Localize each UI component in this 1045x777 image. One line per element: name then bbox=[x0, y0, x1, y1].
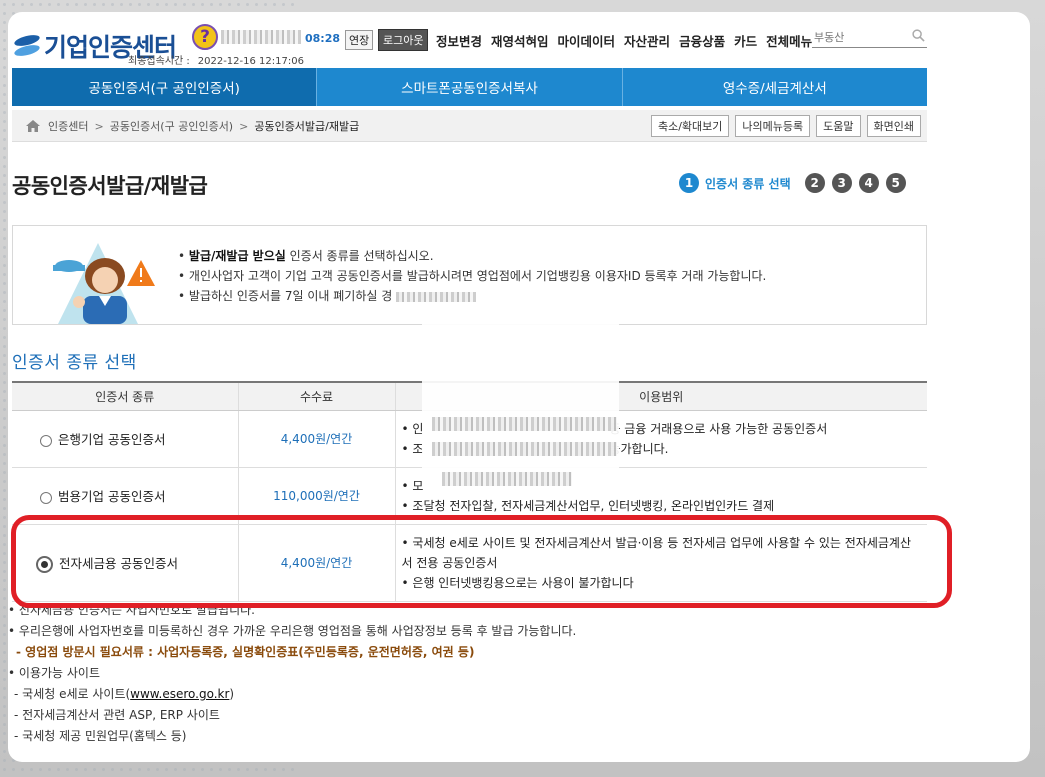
note-item: 우리은행에 사업자번호를 미등록하신 경우 가까운 우리은행 영업점을 통해 사… bbox=[8, 621, 576, 642]
extend-session-button[interactable]: 연장 bbox=[345, 30, 374, 50]
print-button[interactable]: 화면인쇄 bbox=[866, 115, 921, 137]
breadcrumb-item[interactable]: 공동인증서(구 공인인증서) bbox=[110, 118, 233, 134]
menu-asset[interactable]: 자산관리 bbox=[624, 31, 670, 50]
nav-tab-receipt[interactable]: 영수증/세금계산서 bbox=[623, 68, 927, 106]
home-icon[interactable] bbox=[26, 120, 40, 132]
site-item: 전자세금계산서 관련 ASP, ERP 사이트 bbox=[8, 705, 576, 726]
notice-item: 개인사업자 고객이 기업 고객 공동인증서를 발급하시려면 영업점에서 기업뱅킹… bbox=[178, 266, 766, 286]
cert-type-cell[interactable]: 은행기업 공동인증서 bbox=[12, 410, 239, 468]
top-menu: 정보변경 재영석혀임 마이데이터 자산관리 금융상품 카드 전체메뉴 bbox=[436, 31, 812, 50]
step-3: 3 bbox=[831, 173, 852, 193]
utility-buttons: 축소/확대보기 나의메뉴등록 도움말 화면인쇄 bbox=[650, 115, 921, 137]
sites-title: 이용가능 사이트 bbox=[8, 663, 576, 684]
esero-link[interactable]: www.esero.go.kr bbox=[130, 687, 229, 701]
site-item: 국세청 e세로 사이트(www.esero.go.kr) bbox=[8, 684, 576, 705]
cert-type-label: 범용기업 공동인증서 bbox=[58, 489, 166, 504]
logout-button[interactable]: 로그아웃 bbox=[378, 29, 429, 51]
radio-bank-corporate[interactable] bbox=[40, 434, 52, 447]
main-card: 기업인증센터 ? 08:28 연장 로그아웃 최종접속시간 :2022-12-1… bbox=[8, 12, 1030, 762]
breadcrumb-separator: > bbox=[239, 119, 249, 133]
notice-list: 발급/재발급 받으실 인증서 종류를 선택하십시오. 개인사업자 고객이 기업 … bbox=[178, 246, 766, 306]
main-nav: 공동인증서(구 공인인증서) 스마트폰공동인증서복사 영수증/세금계산서 bbox=[12, 68, 927, 106]
step-current: 1 bbox=[679, 173, 699, 193]
help-icon[interactable]: ? bbox=[192, 24, 218, 50]
staff-illustration bbox=[53, 243, 155, 324]
redaction-overlay bbox=[422, 317, 619, 486]
notice-box: 발급/재발급 받으실 인증서 종류를 선택하십시오. 개인사업자 고객이 기업 … bbox=[12, 225, 927, 325]
step-5: 5 bbox=[885, 173, 906, 193]
step-indicator: 1 인증서 종류 선택 2 3 4 5 bbox=[679, 173, 913, 193]
cert-type-label: 은행기업 공동인증서 bbox=[58, 432, 166, 447]
step-2: 2 bbox=[804, 173, 825, 193]
site-item: 국세청 제공 민원업무(홈텍스 등) bbox=[8, 726, 576, 747]
menu-all[interactable]: 전체메뉴 bbox=[766, 31, 812, 50]
col-header-type: 인증서 종류 bbox=[12, 381, 239, 411]
help-button[interactable]: 도움말 bbox=[816, 115, 861, 137]
last-login-label: 최종접속시간 : bbox=[128, 56, 190, 67]
zoom-button[interactable]: 축소/확대보기 bbox=[650, 115, 730, 137]
search-icon[interactable] bbox=[912, 29, 925, 42]
step-current-label: 인증서 종류 선택 bbox=[705, 176, 791, 191]
last-login-time: 2022-12-16 12:17:06 bbox=[197, 56, 304, 67]
page-title: 공동인증서발급/재발급 bbox=[12, 174, 208, 198]
radio-general-corporate[interactable] bbox=[40, 491, 52, 504]
nav-tab-certificate[interactable]: 공동인증서(구 공인인증서) bbox=[12, 68, 318, 106]
required-docs-note: - 영업점 방문시 필요서류 : 사업자등록증, 실명확인증표(주민등록증, 운… bbox=[16, 645, 475, 659]
logo-mark-icon bbox=[13, 32, 42, 59]
breadcrumb: 인증센터 > 공동인증서(구 공인인증서) > 공동인증서발급/재발급 bbox=[26, 118, 359, 134]
notes-section: 전자세금용 인증서는 사업자번호로 발급됩니다. 우리은행에 사업자번호를 미등… bbox=[8, 600, 576, 747]
my-menu-button[interactable]: 나의메뉴등록 bbox=[735, 115, 811, 137]
breadcrumb-item[interactable]: 인증센터 bbox=[48, 118, 88, 134]
breadcrumb-bar: 인증센터 > 공동인증서(구 공인인증서) > 공동인증서발급/재발급 축소/확… bbox=[12, 110, 927, 142]
section-title: 인증서 종류 선택 bbox=[12, 353, 137, 373]
fee-cell: 4,400원/연간 bbox=[238, 410, 396, 468]
breadcrumb-current: 공동인증서발급/재발급 bbox=[254, 120, 360, 133]
notice-item: 발급/재발급 받으실 인증서 종류를 선택하십시오. bbox=[178, 246, 766, 266]
session-timer: 08:28 bbox=[305, 32, 341, 45]
search-input[interactable] bbox=[812, 29, 902, 44]
masked-username bbox=[221, 30, 301, 44]
search-box bbox=[812, 26, 927, 48]
breadcrumb-separator: > bbox=[94, 119, 104, 133]
col-header-fee: 수수료 bbox=[238, 381, 396, 411]
step-4: 4 bbox=[858, 173, 879, 193]
selection-highlight bbox=[11, 515, 952, 608]
nav-tab-smartphone-copy[interactable]: 스마트폰공동인증서복사 bbox=[317, 68, 623, 106]
notice-item: 발급하신 인증서를 7일 이내 폐기하실 경 bbox=[178, 286, 766, 306]
last-login-info: 최종접속시간 : 2022-12-16 12:17:06 bbox=[128, 52, 304, 67]
menu-finance-products[interactable]: 금융상품 bbox=[679, 31, 725, 50]
menu-info-change[interactable]: 정보변경 bbox=[436, 31, 482, 50]
menu-mydata[interactable]: 마이데이터 bbox=[558, 31, 616, 50]
menu-card[interactable]: 카드 bbox=[734, 31, 757, 50]
menu-item-2[interactable]: 재영석혀임 bbox=[491, 31, 549, 50]
